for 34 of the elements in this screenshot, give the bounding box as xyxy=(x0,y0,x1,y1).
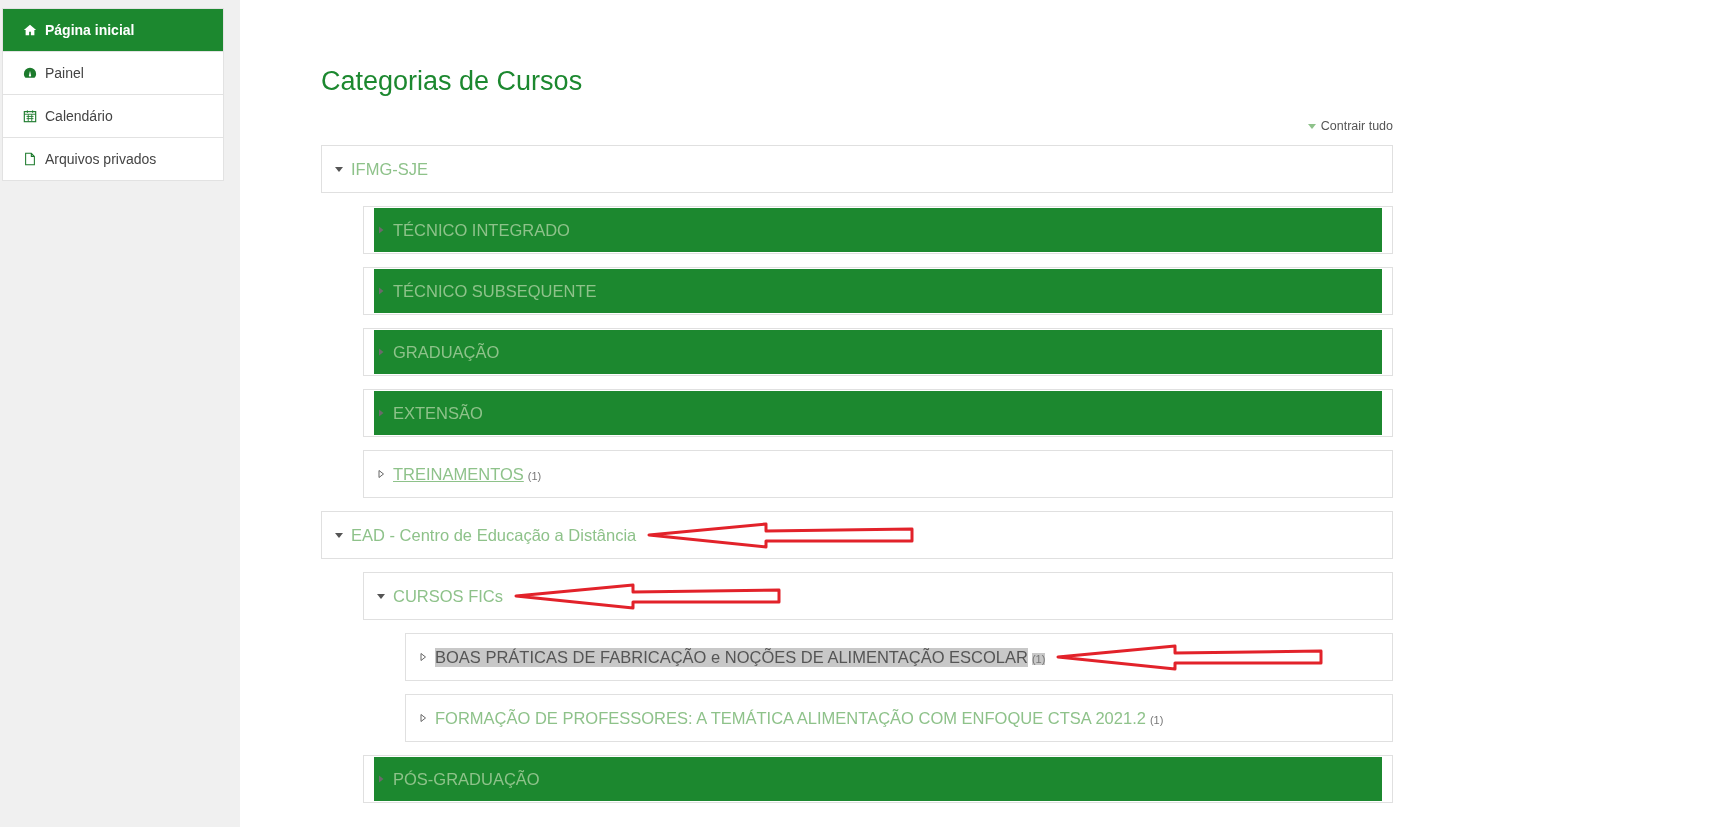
dashboard-icon xyxy=(23,66,37,80)
caret-icon xyxy=(1306,121,1317,131)
category-link[interactable]: EAD - Centro de Educação a Distância xyxy=(351,525,637,545)
course-count: (1) xyxy=(1031,653,1046,665)
annotation-arrow-icon xyxy=(513,581,783,611)
calendar-icon xyxy=(23,109,37,123)
category-link[interactable]: TÉCNICO INTEGRADO xyxy=(393,220,570,240)
category-link[interactable]: TREINAMENTOS xyxy=(393,464,524,484)
category-link[interactable]: IFMG-SJE xyxy=(351,159,428,179)
course-count: (1) xyxy=(527,470,542,482)
category-link[interactable]: FORMAÇÃO DE PROFESSORES: A TEMÁTICA ALIMENTAÇÃO COM ENFOQUE CTSA 2021.2 xyxy=(435,708,1146,728)
category-link[interactable]: EXTENSÃO xyxy=(393,403,483,423)
file-icon xyxy=(23,152,37,166)
page-title: Categorias de Cursos xyxy=(321,66,584,97)
category-link[interactable]: PÓS-GRADUAÇÃO xyxy=(393,769,540,789)
category-link[interactable]: CURSOS FICs xyxy=(393,586,503,606)
course-count: (1) xyxy=(1149,714,1164,726)
category-link[interactable]: GRADUAÇÃO xyxy=(393,342,500,362)
home-icon xyxy=(23,23,37,37)
caret-right-icon[interactable] xyxy=(418,713,428,723)
caret-right-icon[interactable] xyxy=(376,469,386,479)
sidebar-item[interactable]: Página inicial xyxy=(3,9,223,51)
sidebar-item[interactable]: Painel xyxy=(3,51,223,94)
annotation-arrow-icon xyxy=(646,520,917,550)
caret-down-icon[interactable] xyxy=(334,530,344,540)
category-link[interactable]: BOAS PRÁTICAS DE FABRICAÇÃO e NOÇÕES DE ALIMENTAÇÃO ESCOLAR xyxy=(435,647,1028,667)
caret-down-icon[interactable] xyxy=(376,591,386,601)
sidebar-item[interactable]: Arquivos privados xyxy=(3,137,223,180)
annotation-arrow-icon xyxy=(1055,642,1326,672)
caret-right-icon[interactable] xyxy=(418,652,428,662)
sidebar-item[interactable]: Calendário xyxy=(3,94,223,137)
category-link[interactable]: TÉCNICO SUBSEQUENTE xyxy=(393,281,597,301)
caret-down-icon[interactable] xyxy=(334,164,344,174)
collapse-all-link[interactable]: Contrair tudo xyxy=(1306,119,1393,133)
